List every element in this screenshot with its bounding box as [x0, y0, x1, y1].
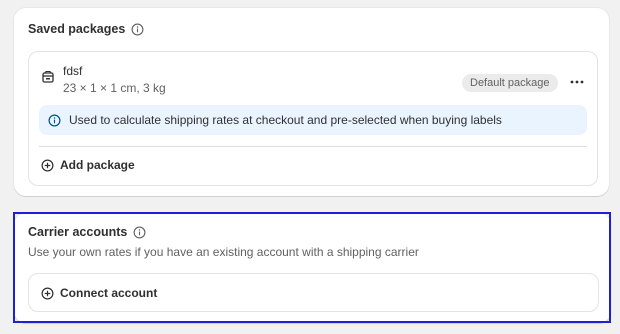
add-package-button[interactable]: Add package — [41, 158, 135, 172]
add-package-label: Add package — [60, 158, 135, 172]
package-more-button[interactable] — [566, 72, 588, 92]
saved-packages-header: Saved packages — [28, 22, 144, 36]
package-name: fdsf — [63, 64, 83, 78]
info-icon[interactable] — [131, 23, 144, 36]
plus-circle-icon — [41, 287, 54, 299]
carrier-accounts-card: Carrier accounts Use your own rates if y… — [14, 213, 611, 323]
package-dimensions: 23 × 1 × 1 cm, 3 kg — [63, 81, 166, 95]
plus-circle-icon — [41, 159, 54, 171]
info-banner-text: Used to calculate shipping rates at chec… — [69, 113, 502, 127]
connect-account-label: Connect account — [60, 286, 158, 300]
package-list: fdsf 23 × 1 × 1 cm, 3 kg Default package… — [28, 51, 598, 186]
info-banner: Used to calculate shipping rates at chec… — [39, 105, 587, 135]
default-package-badge: Default package — [462, 74, 558, 92]
info-icon[interactable] — [133, 226, 146, 239]
more-horizontal-icon — [570, 80, 584, 84]
carrier-accounts-header: Carrier accounts — [28, 225, 146, 239]
connect-account-button[interactable]: Connect account — [28, 273, 599, 312]
carrier-accounts-subtitle: Use your own rates if you have an existi… — [28, 245, 419, 259]
divider — [39, 146, 587, 147]
saved-packages-title: Saved packages — [28, 22, 126, 36]
info-icon — [48, 114, 61, 126]
package-icon — [42, 70, 54, 83]
saved-packages-card: Saved packages fdsf 23 × 1 × 1 cm, 3 kg … — [14, 8, 609, 196]
carrier-accounts-title: Carrier accounts — [28, 225, 128, 239]
connect-account-row: Connect account — [41, 286, 157, 300]
